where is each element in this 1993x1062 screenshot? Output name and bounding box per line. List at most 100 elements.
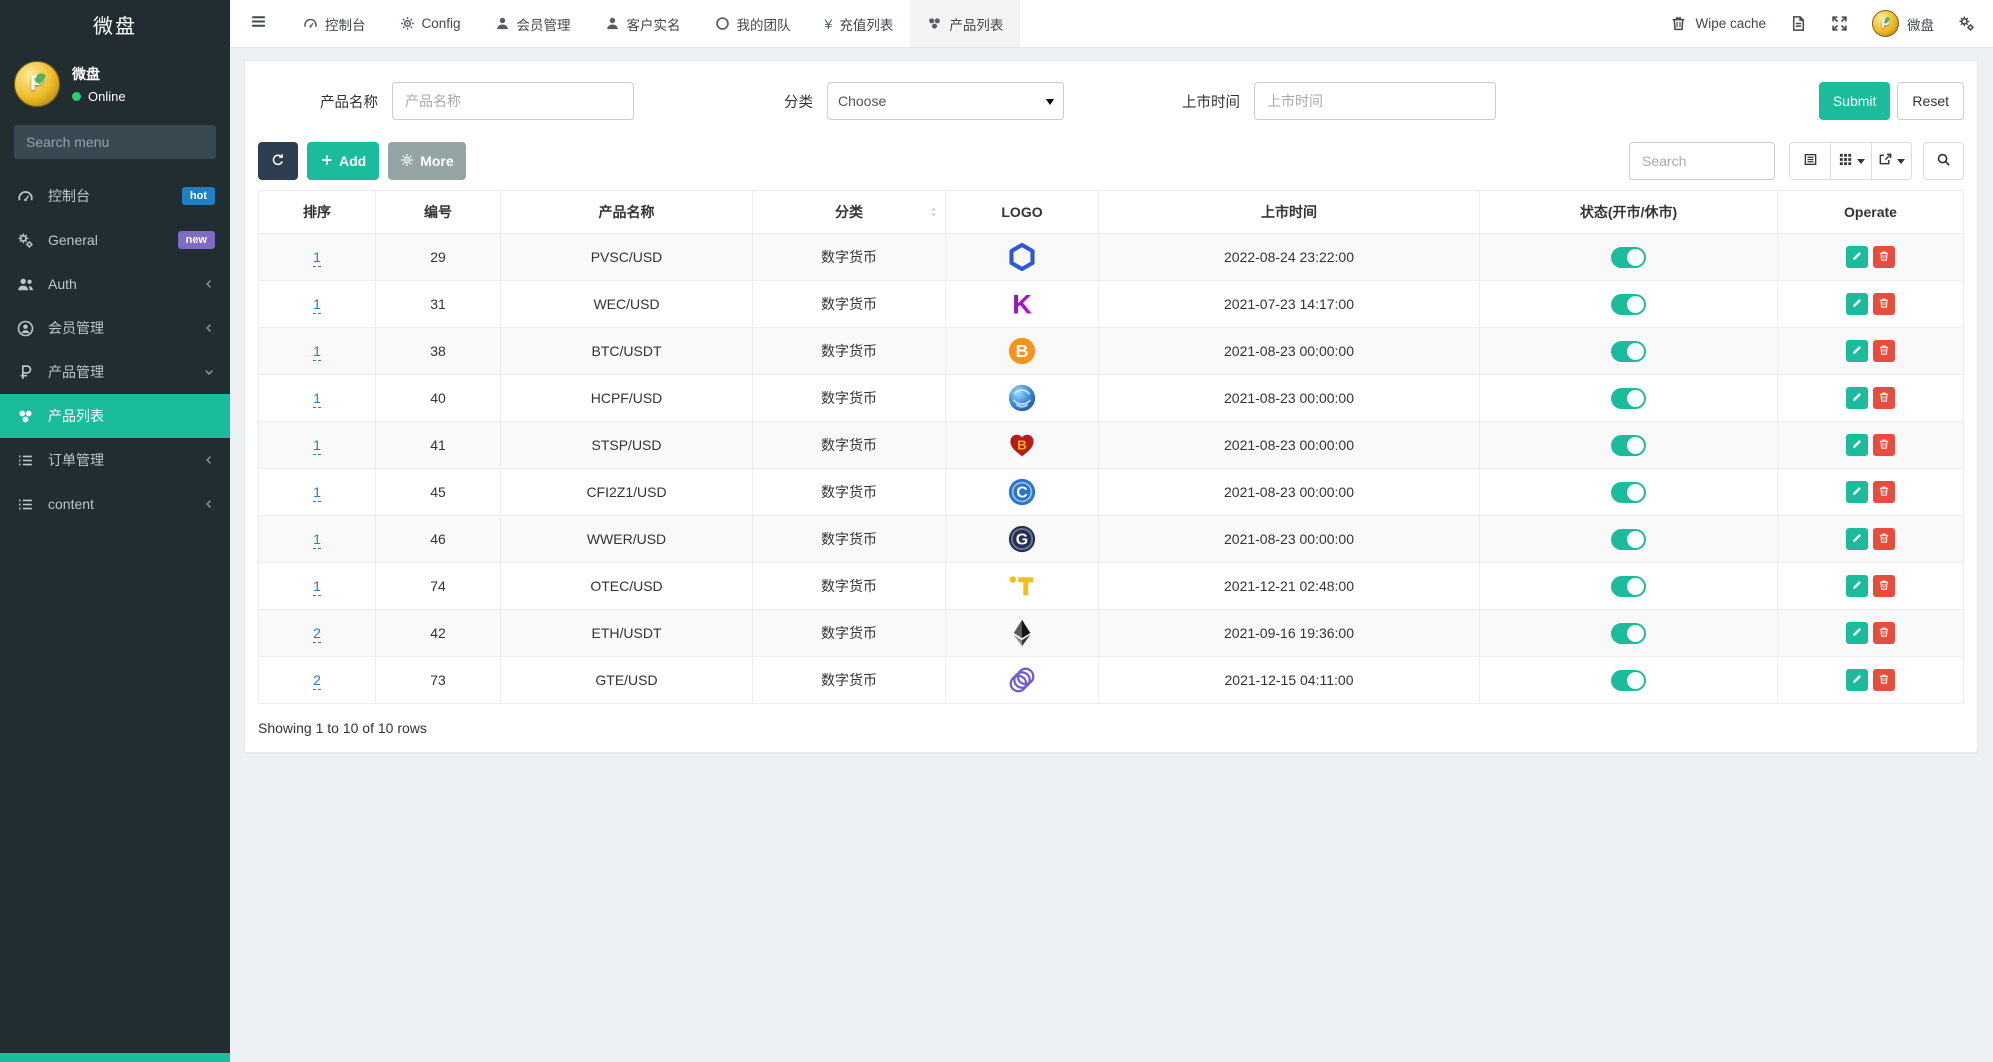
status-toggle[interactable] <box>1611 388 1646 409</box>
sort-order-link[interactable]: 1 <box>313 296 321 314</box>
nav-tab-config[interactable]: Config <box>383 0 478 47</box>
delete-button[interactable] <box>1873 481 1895 503</box>
sidebar-search-input[interactable] <box>26 134 207 150</box>
nav-tab-team[interactable]: 我的团队 <box>698 0 808 47</box>
list-icon <box>15 496 36 513</box>
status-toggle[interactable] <box>1611 623 1646 644</box>
column-header-logo: LOGO <box>946 191 1099 234</box>
nav-tab-recharge[interactable]: ¥充值列表 <box>808 0 911 47</box>
delete-button[interactable] <box>1873 528 1895 550</box>
edit-button[interactable] <box>1846 434 1868 456</box>
sidebar-item-products[interactable]: 产品管理 <box>0 350 230 394</box>
sort-order-link[interactable]: 1 <box>313 578 321 596</box>
listed-time-input[interactable] <box>1254 82 1496 120</box>
table-row: 141STSP/USD数字货币B2021-08-23 00:00:00 <box>259 422 1964 469</box>
sort-order-link[interactable]: 1 <box>313 437 321 455</box>
edit-button[interactable] <box>1846 622 1868 644</box>
nav-user-menu[interactable]: P 微盘 <box>1872 10 1934 37</box>
status-toggle[interactable] <box>1611 529 1646 550</box>
nav-tab-members[interactable]: 会员管理 <box>478 0 588 47</box>
delete-button[interactable] <box>1873 293 1895 315</box>
category-label: 分类 <box>784 91 813 112</box>
sort-order-link[interactable]: 1 <box>313 390 321 408</box>
sidebar-item-product-list[interactable]: 产品列表 <box>0 394 230 438</box>
delete-button[interactable] <box>1873 575 1895 597</box>
sort-order-link[interactable]: 1 <box>313 343 321 361</box>
nav-tab-dashboard[interactable]: 控制台 <box>286 0 383 47</box>
nav-tab-product-list[interactable]: 产品列表 <box>910 0 1020 47</box>
delete-button[interactable] <box>1873 387 1895 409</box>
column-header-operate: Operate <box>1778 191 1964 234</box>
edit-button[interactable] <box>1846 528 1868 550</box>
caret-down-icon <box>1857 159 1865 164</box>
sort-order-link[interactable]: 2 <box>313 625 321 643</box>
table-search-input[interactable] <box>1629 142 1775 180</box>
status-toggle[interactable] <box>1611 435 1646 456</box>
nav-tab-kyc[interactable]: 客户实名 <box>588 0 698 47</box>
toggle-search-button[interactable] <box>1923 142 1964 180</box>
delete-button[interactable] <box>1873 246 1895 268</box>
sidebar-item-orders[interactable]: 订单管理 <box>0 438 230 482</box>
sidebar-item-label: General <box>48 232 98 248</box>
add-button[interactable]: Add <box>307 142 379 180</box>
detail-view-button[interactable] <box>1789 142 1830 180</box>
sidebar-item-label: 会员管理 <box>48 318 104 338</box>
sort-order-link[interactable]: 2 <box>313 672 321 690</box>
cell-operate <box>1778 281 1964 328</box>
sidebar-item-members[interactable]: 会员管理 <box>0 306 230 350</box>
columns-dropdown-button[interactable] <box>1830 142 1871 180</box>
more-button[interactable]: More <box>388 142 465 180</box>
sort-order-link[interactable]: 1 <box>313 249 321 267</box>
status-toggle[interactable] <box>1611 341 1646 362</box>
settings-gears-icon[interactable] <box>1958 15 1975 32</box>
cell-status <box>1480 469 1778 516</box>
sidebar-menu: 控制台hotGeneralnewAuth 会员管理产品管理产品列表订单管理cont… <box>0 174 230 1053</box>
coins-icon <box>927 16 942 31</box>
sidebar-item-content[interactable]: content <box>0 482 230 526</box>
sort-order-link[interactable]: 1 <box>313 484 321 502</box>
wipe-cache-button[interactable]: Wipe cache <box>1670 15 1766 32</box>
submit-button[interactable]: Submit <box>1819 82 1891 120</box>
status-toggle[interactable] <box>1611 576 1646 597</box>
delete-button[interactable] <box>1873 340 1895 362</box>
edit-button[interactable] <box>1846 387 1868 409</box>
sort-order-link[interactable]: 1 <box>313 531 321 549</box>
edit-button[interactable] <box>1846 246 1868 268</box>
cell-logo: C <box>946 469 1099 516</box>
column-header-status: 状态(开市/休市) <box>1480 191 1778 234</box>
cell-operate <box>1778 563 1964 610</box>
sidebar-item-general[interactable]: Generalnew <box>0 218 230 262</box>
delete-button[interactable] <box>1873 669 1895 691</box>
edit-button[interactable] <box>1846 340 1868 362</box>
product-name-input[interactable] <box>392 82 634 120</box>
page-content: 产品名称 分类 Choose 上市时间 <box>230 48 1993 1062</box>
gear-icon <box>400 153 414 170</box>
edit-button[interactable] <box>1846 481 1868 503</box>
cell-logo <box>946 657 1099 704</box>
refresh-button[interactable] <box>258 142 298 180</box>
edit-button[interactable] <box>1846 575 1868 597</box>
delete-button[interactable] <box>1873 622 1895 644</box>
sidebar-item-dashboard[interactable]: 控制台hot <box>0 174 230 218</box>
status-toggle[interactable] <box>1611 247 1646 268</box>
cell-product-name: OTEC/USD <box>501 563 753 610</box>
cell-operate <box>1778 657 1964 704</box>
export-dropdown-button[interactable] <box>1871 142 1912 180</box>
edit-button[interactable] <box>1846 669 1868 691</box>
status-toggle[interactable] <box>1611 482 1646 503</box>
document-icon[interactable] <box>1790 15 1807 32</box>
nav-tab-label: 客户实名 <box>627 14 681 34</box>
column-header-category[interactable]: 分类 <box>753 191 946 234</box>
svg-text:K: K <box>1012 289 1032 319</box>
sidebar-item-auth[interactable]: Auth <box>0 262 230 306</box>
status-toggle[interactable] <box>1611 670 1646 691</box>
coin-logo-hexagon-icon <box>1007 242 1037 272</box>
category-select[interactable]: Choose <box>827 82 1064 120</box>
sidebar-toggle-button[interactable] <box>230 0 286 47</box>
status-toggle[interactable] <box>1611 294 1646 315</box>
reset-button[interactable]: Reset <box>1897 82 1964 120</box>
delete-button[interactable] <box>1873 434 1895 456</box>
edit-button[interactable] <box>1846 293 1868 315</box>
fullscreen-icon[interactable] <box>1831 15 1848 32</box>
cell-logo: G <box>946 516 1099 563</box>
